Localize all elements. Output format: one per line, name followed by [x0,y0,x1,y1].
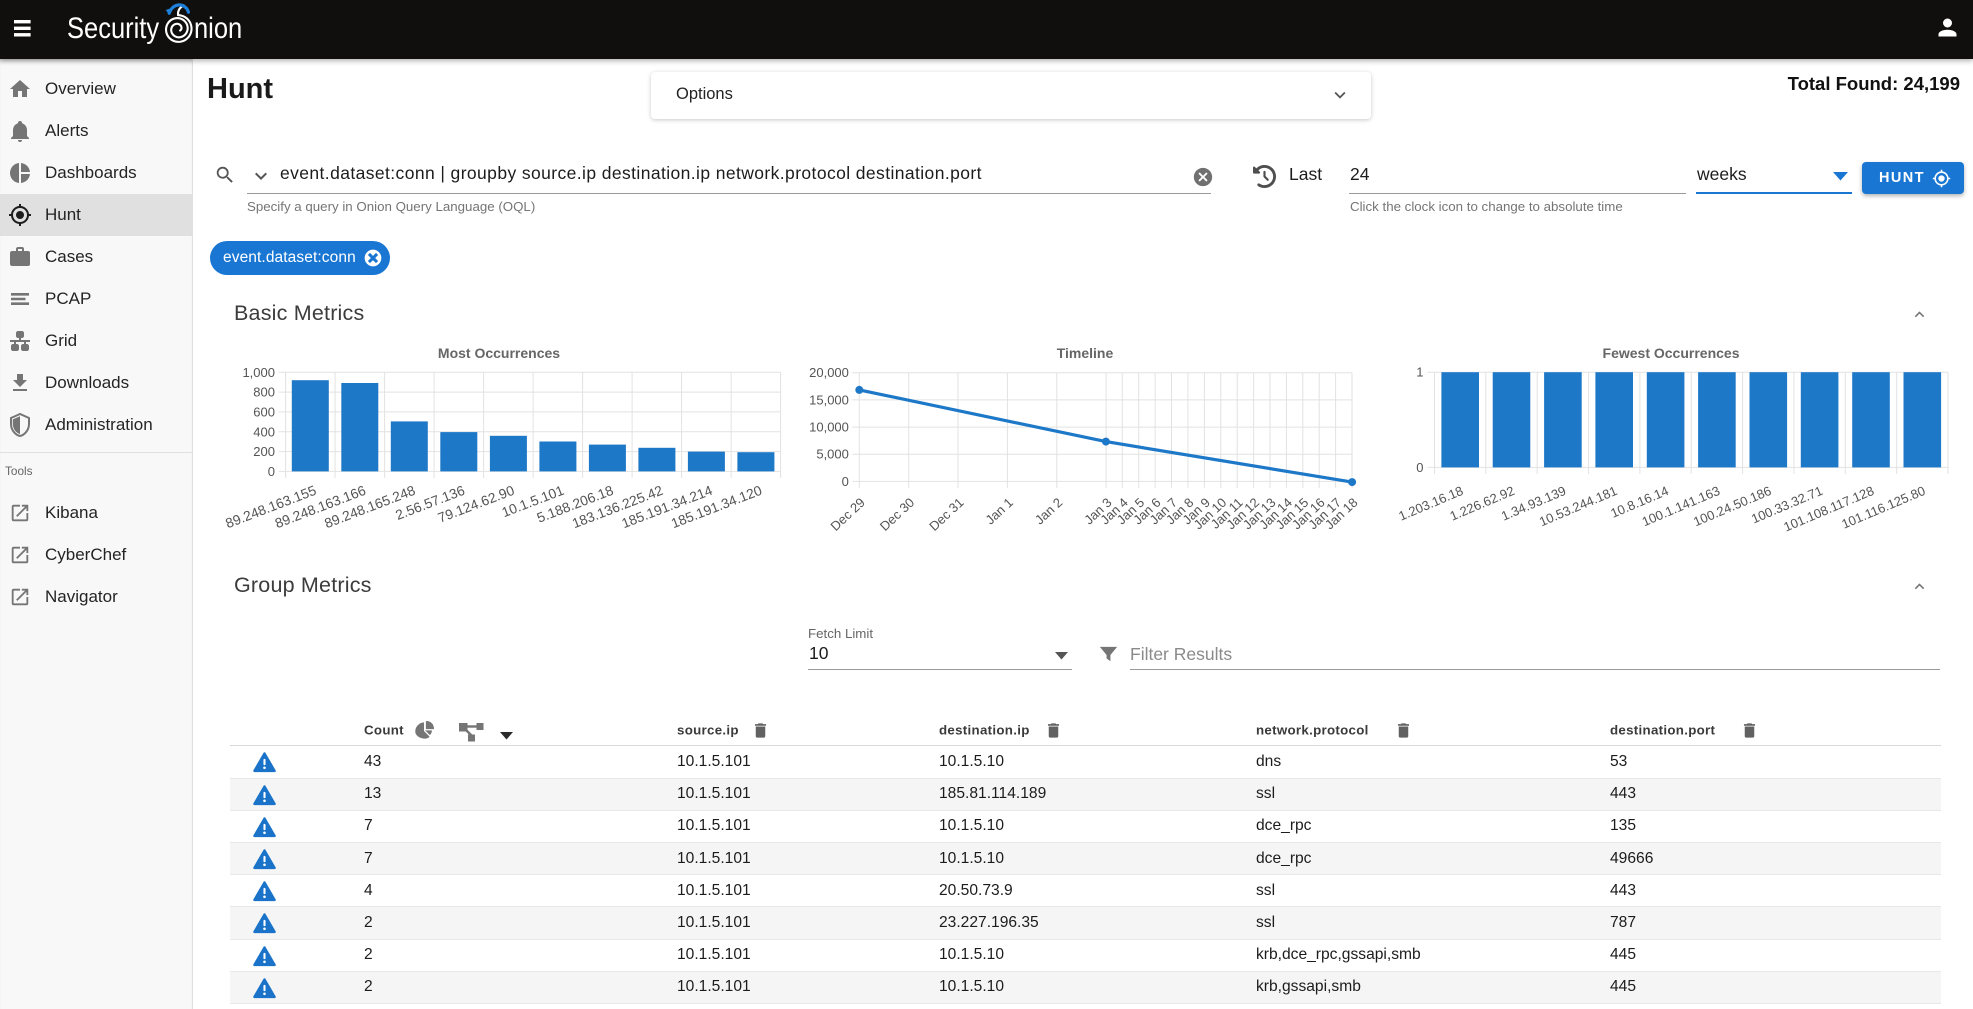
svg-text:20,000: 20,000 [809,365,849,380]
svg-text:600: 600 [253,404,275,419]
svg-text:Dec 31: Dec 31 [926,495,966,534]
svg-text:0: 0 [1416,460,1423,475]
svg-text:200: 200 [253,444,275,459]
svg-text:Most Occurrences: Most Occurrences [438,345,560,361]
svg-text:1: 1 [1416,365,1423,380]
svg-text:0: 0 [842,474,849,489]
svg-text:1,000: 1,000 [242,365,275,380]
svg-text:Dec 30: Dec 30 [877,495,917,534]
svg-text:15,000: 15,000 [809,392,849,407]
svg-text:Jan 2: Jan 2 [1032,495,1065,528]
svg-text:Jan 1: Jan 1 [982,495,1015,528]
svg-text:Dec 29: Dec 29 [827,495,867,534]
svg-text:5,000: 5,000 [816,447,849,462]
svg-text:10,000: 10,000 [809,420,849,435]
svg-text:400: 400 [253,424,275,439]
svg-text:Timeline: Timeline [1057,345,1114,361]
svg-text:800: 800 [253,385,275,400]
svg-text:0: 0 [268,464,275,479]
svg-text:Fewest Occurrences: Fewest Occurrences [1603,345,1740,361]
